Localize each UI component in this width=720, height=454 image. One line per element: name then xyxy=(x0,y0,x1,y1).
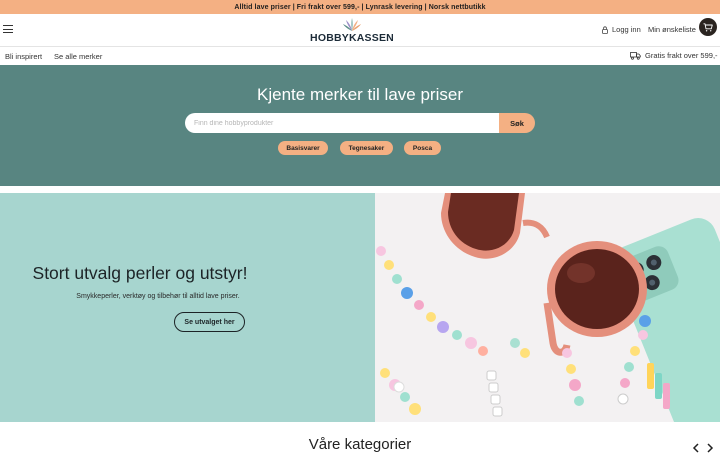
nav-item-inspiration[interactable]: Bli inspirert xyxy=(5,52,42,61)
chevron-right-icon[interactable] xyxy=(704,442,716,454)
user-icon xyxy=(602,25,608,34)
login-link[interactable]: Logg inn xyxy=(601,25,641,34)
hero-banner: Kjente merker til lave priser Søk Basisv… xyxy=(0,65,720,186)
see-selection-button[interactable]: Se utvalget her xyxy=(174,312,245,332)
cart-icon xyxy=(703,22,713,31)
announcement-bar: Alltid lave priser | Fri frakt over 599,… xyxy=(0,0,720,14)
site-logo[interactable]: HOBBYKASSEN xyxy=(309,18,395,44)
promo-title: Stort utvalg perler og utstyr! xyxy=(32,263,248,283)
announcement-text: Alltid lave priser | Fri frakt over 599,… xyxy=(234,3,486,11)
site-header: HOBBYKASSEN Logg inn Min ønskeliste xyxy=(0,14,720,46)
sunglasses-beads-image xyxy=(375,193,720,422)
categories-title: Våre kategorier xyxy=(308,436,412,453)
chip-posca[interactable]: Posca xyxy=(404,141,441,155)
chip-basisvarer[interactable]: Basisvarer xyxy=(278,141,328,155)
hero-title: Kjente merker til lave priser xyxy=(257,85,463,104)
promo-subtitle: Smykkeperler, verktøy og tilbehør til al… xyxy=(76,293,240,300)
wishlist-link[interactable]: Min ønskeliste xyxy=(648,25,696,34)
cart-button[interactable] xyxy=(699,18,717,36)
promo-panel: Stort utvalg perler og utstyr! Smykkeper… xyxy=(0,193,375,422)
login-label: Logg inn xyxy=(612,25,641,34)
chevron-left-icon[interactable] xyxy=(690,442,702,454)
nav-item-brands[interactable]: Se alle merker xyxy=(54,52,102,61)
categories-section: Våre kategorier xyxy=(0,422,720,453)
main-nav: Bli inspirert Se alle merker Gratis frak… xyxy=(0,46,720,65)
logo-text: HOBBYKASSEN xyxy=(310,32,394,44)
promo-image[interactable] xyxy=(375,193,720,422)
section-spacer xyxy=(0,186,720,193)
free-shipping-text: Gratis frakt over 599,- xyxy=(645,51,718,60)
logo-leaves-icon xyxy=(343,18,361,31)
truck-icon xyxy=(630,52,641,60)
free-shipping-notice: Gratis frakt over 599,- xyxy=(630,51,718,60)
menu-icon[interactable] xyxy=(3,25,13,33)
search-bar: Søk xyxy=(185,113,535,133)
search-button[interactable]: Søk xyxy=(499,113,535,133)
search-input[interactable] xyxy=(185,113,505,133)
chip-tegnesaker[interactable]: Tegnesaker xyxy=(340,141,393,155)
